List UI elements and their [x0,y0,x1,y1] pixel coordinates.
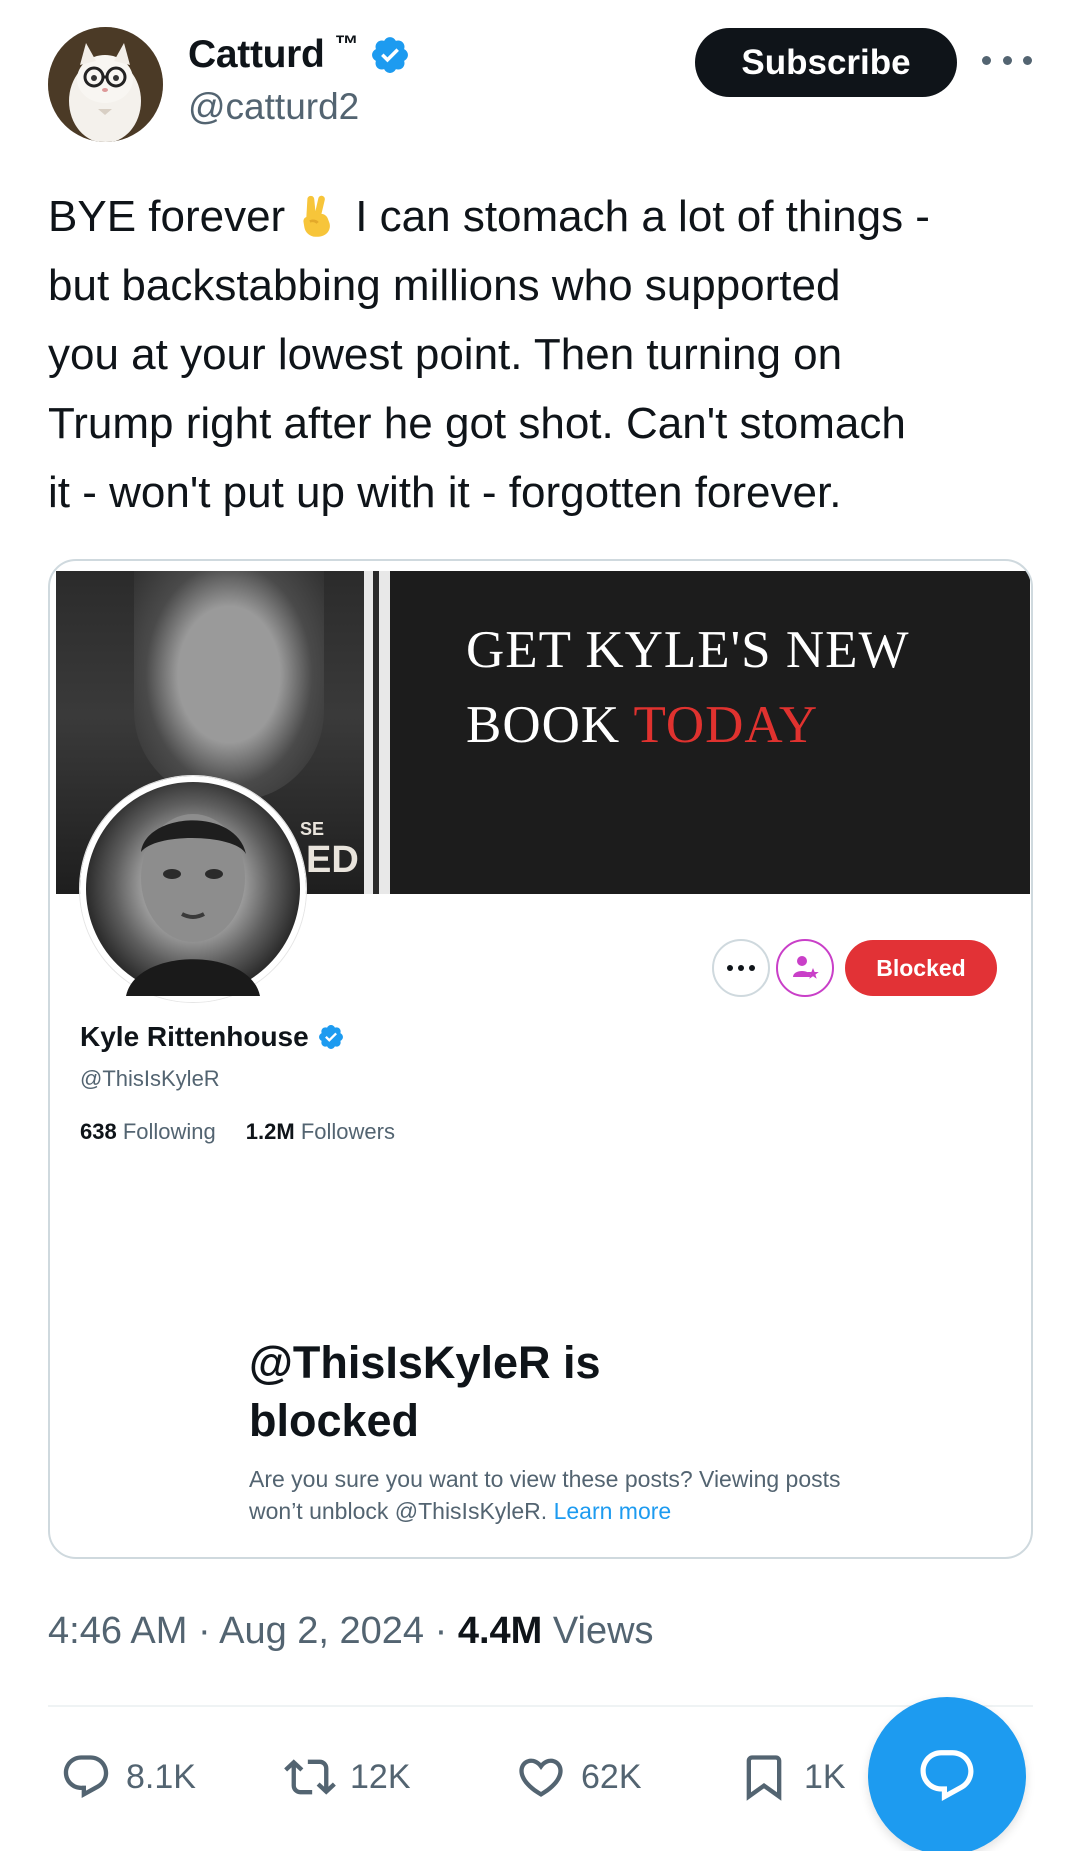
divider [48,1705,1033,1707]
views-label: Views [542,1610,654,1652]
compose-reply-icon [920,1750,974,1802]
tweet-meta: 4:46 AM · Aug 2, 2024 · 4.4M Views [48,1610,654,1653]
more-dots-icon [727,965,755,971]
tweet-text-line-2: but backstabbing millions who supported [48,261,841,310]
subscriptions-button[interactable] [776,939,834,997]
tweet-detail-page: Catturd ™ @catturd2 Subscribe BYE foreve… [0,0,1080,1851]
book-cover-portrait [134,571,324,801]
reply-button[interactable]: 8.1K [60,1749,196,1805]
subscription-person-star-icon [793,956,819,979]
tweet-text: BYE forever I can stomach a lot of thing… [48,182,1048,527]
reply-count: 8.1K [126,1757,196,1796]
subscribe-button[interactable]: Subscribe [695,28,957,97]
trademark-symbol: ™ [334,31,359,58]
book-cover-letters-ed: ED [306,839,359,881]
reply-bubble-icon [63,1755,109,1799]
retweet-button[interactable]: 12K [284,1749,411,1805]
profile-display-name: Kyle Rittenhouse [80,1021,309,1052]
profile-avatar-image [126,814,260,996]
banner-line-2: BOOK TODAY [466,696,819,754]
compose-reply-button[interactable] [868,1697,1026,1851]
book-cover-letters-se: SE [300,819,325,839]
blocked-notice-description: Are you sure you want to view these post… [249,1466,841,1524]
following-stat: 638 Following [80,1119,216,1144]
tweet-text-line-5: it - won't put up with it - forgotten fo… [48,468,842,517]
profile-name-row: Kyle Rittenhouse [80,1021,345,1053]
views-count: 4.4M [457,1610,543,1652]
author-display-name[interactable]: Catturd [188,33,325,77]
blocked-button[interactable]: Blocked [845,940,997,996]
profile-stats: 638 Following 1.2M Followers [80,1119,395,1145]
bookmark-button[interactable]: 1K [738,1749,846,1805]
banner-line-1: GET KYLE'S NEW [466,621,910,679]
learn-more-link: Learn more [553,1498,672,1524]
verified-badge-icon [371,37,408,73]
profile-handle: @ThisIsKyleR [80,1066,220,1091]
banner-text: GET KYLE'S NEW BOOK TODAY [466,613,910,763]
heart-icon [519,1758,563,1797]
author-handle[interactable]: @catturd2 [188,86,411,128]
tweet-text-line-1: BYE forever I can stomach a lot of thing… [48,192,930,241]
profile-more-button[interactable] [712,939,770,997]
profile-avatar [80,776,306,1002]
victory-hand-emoji-icon [303,195,331,237]
author-info: Catturd ™ @catturd2 [188,30,411,128]
followers-stat: 1.2M Followers [245,1119,395,1144]
like-button[interactable]: 62K [515,1749,642,1805]
author-name-row[interactable]: Catturd ™ [188,30,411,80]
bookmark-icon [746,1755,782,1801]
bookmark-count: 1K [804,1757,846,1796]
retweet-count: 12K [350,1757,411,1796]
verified-badge-icon [318,1025,343,1049]
retweet-icon [284,1759,336,1795]
banner-highlight: TODAY [633,696,819,754]
attached-image-card[interactable]: SE ED GET KYLE'S NEW BOOK TODAY Blocked … [48,559,1033,1559]
author-avatar[interactable] [48,27,163,142]
cat-avatar-image [48,27,163,142]
tweet-timestamp[interactable]: 4:46 AM · Aug 2, 2024 · [48,1610,458,1652]
tweet-text-line-4: Trump right after he got shot. Can't sto… [48,399,906,448]
blocked-notice-title: @ThisIsKyleR is blocked [249,1337,601,1446]
book-spine [364,571,390,894]
like-count: 62K [581,1757,642,1796]
tweet-text-line-3: you at your lowest point. Then turning o… [48,330,843,379]
more-options-icon[interactable] [982,45,1032,75]
